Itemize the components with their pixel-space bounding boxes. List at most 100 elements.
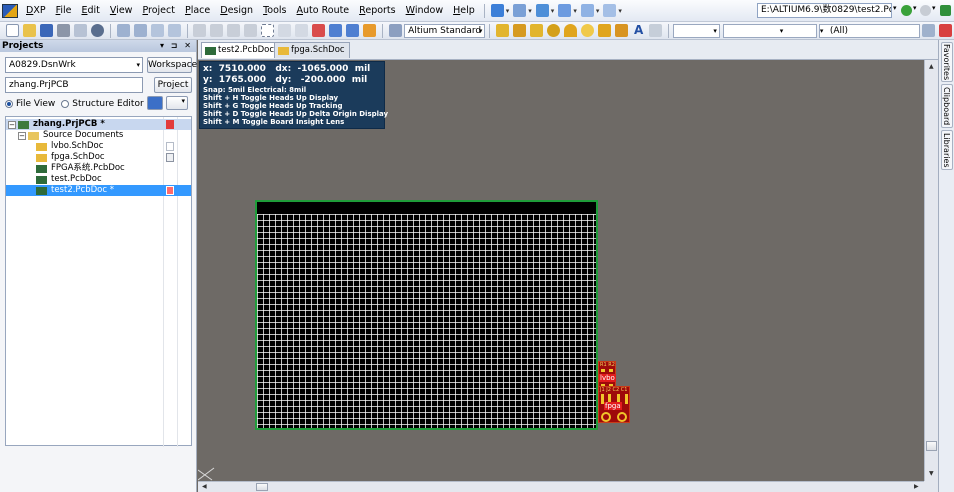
file-view-radio[interactable] <box>5 100 13 108</box>
project-options-icon[interactable]: ▾ <box>166 96 188 110</box>
clear-filter-icon[interactable] <box>312 24 326 37</box>
tree-project-row[interactable]: − zhang.PrjPCB * <box>6 119 191 130</box>
scroll-left-icon[interactable]: ◀ <box>202 483 207 490</box>
zoom-selected-icon[interactable] <box>150 24 164 37</box>
paste-icon[interactable] <box>227 24 241 37</box>
tab-fpga-schdoc[interactable]: fpga.SchDoc <box>274 42 350 58</box>
move-icon[interactable] <box>278 24 292 37</box>
cut-icon[interactable] <box>193 24 207 37</box>
place-component-icon[interactable] <box>649 24 663 37</box>
select-icon[interactable] <box>580 4 594 17</box>
place-fill-icon[interactable] <box>598 24 612 37</box>
horizontal-scrollbar[interactable]: ◀ ▶ <box>198 481 924 492</box>
chevron-down-icon[interactable]: ▾ <box>913 4 917 12</box>
zoom-area-icon[interactable] <box>133 24 147 37</box>
file-view-label[interactable]: File View <box>16 99 55 109</box>
menu-help[interactable]: Help <box>448 5 480 16</box>
tab-libraries[interactable]: Libraries <box>941 130 953 170</box>
board-view-icon[interactable] <box>389 24 403 37</box>
back-icon[interactable] <box>901 5 912 16</box>
chevron-down-icon[interactable]: ▾ <box>932 4 936 12</box>
collapse-icon[interactable]: − <box>8 120 16 129</box>
document-path-field[interactable]: E:\ALTIUM6.9\数0829\test2.Pcb <box>757 3 892 18</box>
menu-window[interactable]: Window <box>401 5 448 16</box>
home-icon[interactable] <box>940 5 951 16</box>
undo-icon[interactable] <box>329 24 343 37</box>
project-button[interactable]: Project <box>154 77 192 93</box>
chevron-down-icon[interactable]: ▾ <box>528 7 532 15</box>
menu-dxp[interactable]: DXP <box>21 5 51 16</box>
dxp-logo-icon[interactable] <box>2 3 18 18</box>
interactive-route-icon[interactable] <box>490 4 504 17</box>
chevron-down-icon[interactable]: ▾ <box>506 7 510 15</box>
scroll-down-icon[interactable]: ▼ <box>929 470 934 477</box>
tree-folder-row[interactable]: − Source Documents <box>6 130 191 141</box>
route-multiple-icon[interactable] <box>513 24 527 37</box>
object-filter-select[interactable]: ▾ <box>722 23 817 38</box>
copy-icon[interactable] <box>210 24 224 37</box>
chevron-down-icon[interactable]: ▾ <box>618 7 622 15</box>
print-icon[interactable] <box>57 24 70 37</box>
chevron-down-icon[interactable]: ▾ <box>573 7 577 15</box>
diff-pair-icon[interactable] <box>513 4 527 17</box>
tab-clipboard[interactable]: Clipboard <box>941 84 953 128</box>
place-arc-icon[interactable] <box>581 24 595 37</box>
menu-reports[interactable]: Reports <box>354 5 400 16</box>
forward-icon[interactable] <box>920 5 931 16</box>
structure-editor-label[interactable]: Structure Editor <box>72 99 143 109</box>
route-diff-icon[interactable] <box>530 24 544 37</box>
collapse-icon[interactable]: − <box>18 131 26 140</box>
workspace-button[interactable]: Workspace <box>147 57 197 73</box>
chevron-down-icon[interactable]: ▾ <box>551 7 555 15</box>
tree-file-row-selected[interactable]: test2.PcbDoc * <box>6 185 191 196</box>
scroll-up-icon[interactable]: ▲ <box>929 63 934 70</box>
save-icon[interactable] <box>40 24 53 37</box>
panel-controls[interactable]: ▾ ⊐ ✕ <box>160 40 193 52</box>
open-folder-icon[interactable] <box>23 24 36 37</box>
device-sheet-icon[interactable] <box>91 24 104 37</box>
cross-probe-icon[interactable] <box>363 24 377 37</box>
vertical-scroll-thumb[interactable] <box>926 441 937 451</box>
menu-auto-route[interactable]: Auto Route <box>292 5 355 16</box>
chevron-down-icon[interactable]: ▾ <box>893 4 897 12</box>
scroll-right-icon[interactable]: ▶ <box>914 483 919 490</box>
place-pad-icon[interactable] <box>535 4 549 17</box>
align-icon[interactable] <box>558 4 572 17</box>
place-via-icon[interactable] <box>547 24 561 37</box>
menu-file[interactable]: File <box>51 5 77 16</box>
zoom-fit-icon[interactable] <box>116 24 130 37</box>
zoom-filtered-icon[interactable] <box>167 24 181 37</box>
menu-design[interactable]: Design <box>215 5 258 16</box>
menu-tools[interactable]: Tools <box>258 5 291 16</box>
select-cross-icon[interactable] <box>295 24 309 37</box>
route-track-icon[interactable] <box>496 24 510 37</box>
new-document-icon[interactable] <box>6 24 19 37</box>
tree-file-row[interactable]: fpga.SchDoc <box>6 152 191 163</box>
tree-file-row[interactable]: test.PcbDoc <box>6 174 191 185</box>
place-polygon-icon[interactable] <box>615 24 629 37</box>
workspace-select[interactable]: A0829.DsnWrk ▾ <box>5 57 143 73</box>
structure-editor-radio[interactable] <box>61 100 70 108</box>
chevron-down-icon[interactable]: ▾ <box>596 7 600 15</box>
clear-mask-icon[interactable] <box>939 24 953 37</box>
menu-project[interactable]: Project <box>137 5 180 16</box>
select-area-icon[interactable] <box>261 24 275 37</box>
grid-icon[interactable] <box>603 4 617 17</box>
layer-filter-select[interactable]: (All) ▾ <box>818 23 921 38</box>
redo-icon[interactable] <box>346 24 360 37</box>
horizontal-scroll-thumb[interactable] <box>256 483 268 491</box>
tree-file-row[interactable]: lvbo.SchDoc <box>6 141 191 152</box>
menu-view[interactable]: View <box>105 5 138 16</box>
place-pad-icon[interactable] <box>564 24 578 37</box>
mask-filter-icon[interactable] <box>922 24 936 37</box>
menu-edit[interactable]: Edit <box>76 5 104 16</box>
print-preview-icon[interactable] <box>74 24 87 37</box>
rubber-stamp-icon[interactable] <box>244 24 258 37</box>
tree-file-row[interactable]: FPGA系统.PcbDoc <box>6 163 191 174</box>
place-string-icon[interactable]: A <box>632 24 645 37</box>
tab-favorites[interactable]: Favorites <box>941 42 953 82</box>
refresh-icon[interactable] <box>147 96 163 110</box>
room-fpga[interactable]: J1 J2 C2 C1 fpga <box>598 386 630 423</box>
project-field[interactable]: zhang.PrjPCB <box>5 77 143 93</box>
pcb-board-outline[interactable] <box>255 200 598 430</box>
